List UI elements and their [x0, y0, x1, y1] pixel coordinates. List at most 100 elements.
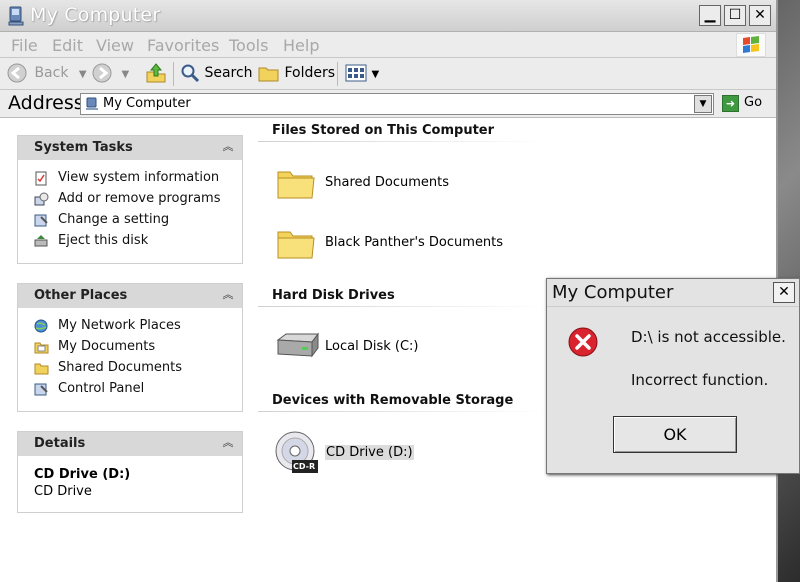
drive-item-cd-drive-d[interactable]: CD-R CD Drive (D:) — [274, 430, 424, 476]
views-button[interactable]: ▼ — [345, 63, 379, 83]
other-places-header[interactable]: Other Places ︽ — [18, 284, 242, 308]
back-arrow-icon — [7, 63, 27, 83]
details-name: CD Drive (D:) — [34, 467, 131, 482]
address-dropdown-button[interactable]: ▼ — [694, 95, 712, 113]
add-remove-programs-icon — [34, 192, 49, 206]
maximize-button[interactable]: ☐ — [724, 5, 746, 26]
item-label: Black Panther's Documents — [325, 235, 504, 250]
section-divider — [258, 141, 548, 142]
task-eject-disk[interactable]: Eject this disk — [18, 231, 242, 252]
place-label: My Documents — [58, 339, 156, 354]
folder-icon — [277, 231, 315, 259]
toolbar-separator — [173, 62, 174, 86]
menu-favorites[interactable]: Favorites — [147, 36, 219, 55]
folder-icon — [277, 171, 315, 199]
dialog-close-button[interactable]: ✕ — [773, 282, 795, 303]
details-header[interactable]: Details ︽ — [18, 432, 242, 456]
collapse-chevron-icon[interactable]: ︽ — [220, 435, 236, 451]
go-button[interactable]: ➜ Go — [722, 94, 770, 114]
up-folder-button[interactable] — [145, 62, 167, 88]
section-divider — [258, 306, 548, 307]
back-button[interactable]: Back ▼ — [6, 62, 87, 84]
collapse-chevron-icon[interactable]: ︽ — [220, 139, 236, 155]
forward-button[interactable]: ▼ — [91, 62, 129, 84]
search-icon — [181, 64, 200, 83]
menu-tools[interactable]: Tools — [229, 36, 268, 55]
menu-help[interactable]: Help — [283, 36, 319, 55]
task-label: Eject this disk — [58, 233, 149, 248]
place-control-panel[interactable]: Control Panel — [18, 379, 242, 400]
system-tasks-title: System Tasks — [34, 140, 133, 155]
address-label: Address — [8, 92, 84, 114]
details-panel: Details ︽ CD Drive (D:) CD Drive — [17, 431, 243, 513]
collapse-chevron-icon[interactable]: ︽ — [220, 287, 236, 303]
task-view-system-info[interactable]: View system information — [18, 168, 242, 189]
section-hard-disk-drives: Hard Disk Drives — [272, 288, 395, 303]
address-bar: Address My Computer ▼ ➜ Go — [0, 90, 776, 118]
go-label: Go — [744, 95, 763, 110]
section-removable-storage: Devices with Removable Storage — [272, 393, 514, 408]
item-label: Local Disk (C:) — [325, 339, 419, 354]
item-label: Shared Documents — [325, 175, 450, 190]
task-label: Change a setting — [58, 212, 170, 227]
task-change-setting[interactable]: Change a setting — [18, 210, 242, 231]
close-icon: ✕ — [778, 284, 790, 300]
address-value: My Computer — [103, 96, 191, 111]
up-folder-icon — [146, 63, 166, 83]
place-my-network-places[interactable]: My Network Places — [18, 316, 242, 337]
place-label: Shared Documents — [58, 360, 183, 375]
dialog-title: My Computer — [552, 282, 674, 303]
minimize-button[interactable]: ▁ — [699, 5, 721, 26]
task-label: View system information — [58, 170, 220, 185]
place-my-documents[interactable]: My Documents — [18, 337, 242, 358]
menu-edit[interactable]: Edit — [52, 36, 83, 55]
views-dropdown-icon: ▼ — [371, 69, 380, 80]
control-panel-icon — [34, 383, 48, 396]
dialog-title-bar[interactable]: My Computer ✕ — [547, 279, 799, 307]
folder-item-black-panthers-documents[interactable]: Black Panther's Documents — [276, 222, 536, 262]
close-button[interactable]: ✕ — [749, 5, 771, 26]
eject-icon — [34, 235, 48, 247]
window-title: My Computer — [30, 4, 161, 26]
system-tasks-panel: System Tasks ︽ View system information A… — [17, 135, 243, 264]
computer-icon — [86, 97, 98, 110]
place-label: My Network Places — [58, 318, 181, 333]
back-label: Back — [34, 65, 69, 81]
dialog-message: D:\ is not accessible. — [631, 328, 786, 346]
ok-button[interactable]: OK — [613, 416, 737, 453]
drive-item-local-disk-c[interactable]: Local Disk (C:) — [274, 330, 494, 364]
section-divider — [258, 411, 548, 412]
details-title: Details — [34, 436, 86, 451]
search-label: Search — [204, 65, 253, 81]
task-add-remove-programs[interactable]: Add or remove programs — [18, 189, 242, 210]
folder-icon — [34, 363, 49, 375]
place-shared-documents[interactable]: Shared Documents — [18, 358, 242, 379]
other-places-title: Other Places — [34, 288, 128, 303]
system-tasks-header[interactable]: System Tasks ︽ — [18, 136, 242, 160]
cd-r-badge: CD-R — [293, 462, 316, 471]
my-documents-icon — [34, 342, 49, 354]
folders-label: Folders — [284, 65, 336, 81]
windows-logo-icon — [736, 33, 766, 57]
control-panel-icon — [34, 214, 48, 227]
title-bar[interactable]: My Computer ▁ ☐ ✕ — [0, 0, 776, 32]
go-arrow-icon: ➜ — [722, 95, 739, 112]
address-input[interactable]: My Computer ▼ — [80, 93, 714, 115]
menu-bar: File Edit View Favorites Tools Help — [0, 32, 776, 58]
back-dropdown-icon[interactable]: ▼ — [79, 69, 87, 80]
chevron-down-icon: ▼ — [699, 99, 707, 109]
computer-icon — [8, 6, 24, 26]
item-label: CD Drive (D:) — [325, 445, 414, 460]
menu-file[interactable]: File — [11, 36, 38, 55]
forward-arrow-icon — [92, 63, 112, 83]
folders-button[interactable]: Folders — [258, 63, 335, 83]
dialog-detail: Incorrect function. — [631, 371, 769, 389]
network-places-icon — [34, 319, 48, 333]
task-label: Add or remove programs — [58, 191, 221, 206]
error-icon — [568, 327, 598, 357]
search-button[interactable]: Search — [180, 63, 253, 83]
folder-item-shared-documents[interactable]: Shared Documents — [276, 162, 506, 202]
forward-dropdown-icon[interactable]: ▼ — [121, 69, 129, 80]
menu-view[interactable]: View — [96, 36, 134, 55]
section-files-stored: Files Stored on This Computer — [272, 123, 495, 138]
